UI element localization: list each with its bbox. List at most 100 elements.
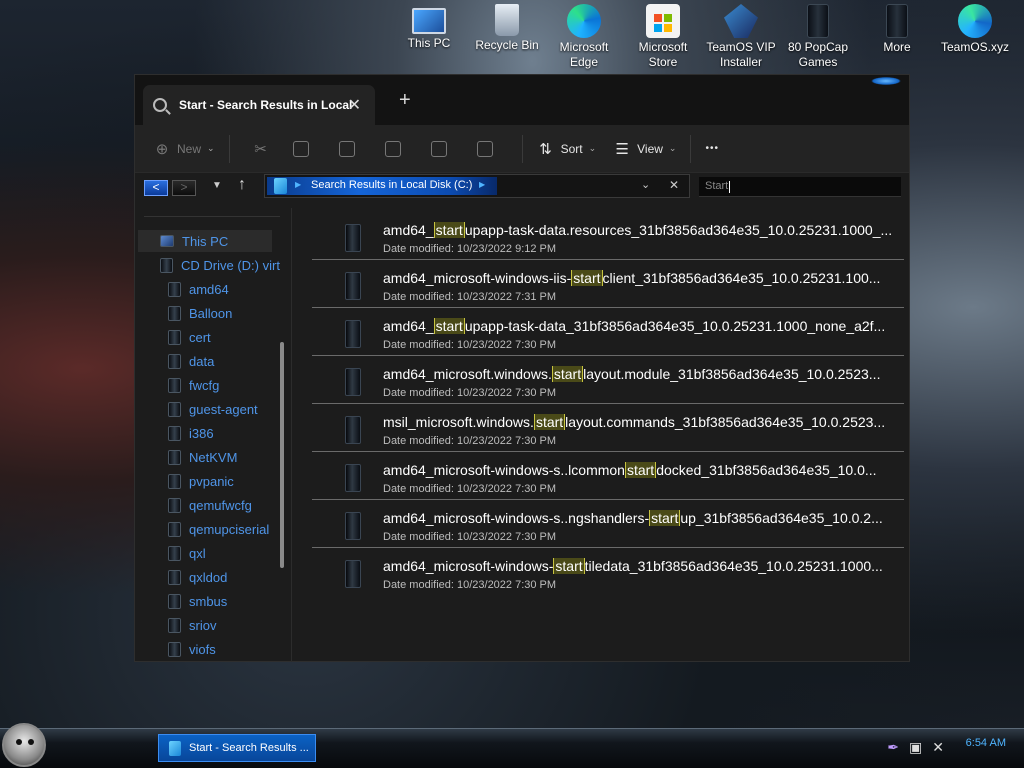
list-item[interactable]: amd64_microsoft-windows-start tiledata_31… — [312, 548, 904, 596]
taskbar-item-explorer[interactable]: Start - Search Results ... — [158, 734, 316, 762]
sidebar-item-qxldod[interactable]: qxldod — [168, 566, 227, 588]
address-bar[interactable]: ▶ Search Results in Local Disk (C:) ▶ ⌄ … — [264, 174, 690, 198]
sidebar-item-amd64[interactable]: amd64 — [168, 278, 229, 300]
file-name: amd64_microsoft-windows-s..ngshandlers-s… — [383, 510, 883, 526]
sidebar-item-netkvm[interactable]: NetKVM — [168, 446, 237, 468]
sidebar-item-qxl[interactable]: qxl — [168, 542, 206, 564]
popcap-icon — [807, 4, 829, 38]
desktop-icon-this-pc[interactable]: This PC — [390, 4, 468, 76]
desktop-icon-more[interactable]: More — [858, 4, 936, 76]
nav-divider — [144, 216, 280, 217]
breadcrumb-arrow-icon: ▶ — [295, 180, 302, 189]
list-item[interactable]: msil_microsoft.windows. start layout.comma… — [312, 404, 904, 452]
sidebar-item-label: data — [189, 353, 215, 369]
rename-icon[interactable] — [384, 140, 401, 157]
file-date: Date modified: 10/23/2022 7:31 PM — [383, 291, 557, 303]
desktop-icon-edge[interactable]: Microsoft Edge — [545, 4, 623, 76]
share-icon[interactable] — [430, 140, 447, 157]
desktop-icon-teamos-xyz[interactable]: TeamOS.xyz — [936, 4, 1014, 76]
teamos-xyz-icon — [958, 4, 992, 38]
up-arrow-icon[interactable]: ↑ — [238, 176, 246, 194]
this-pc-icon — [412, 8, 446, 34]
paste-icon[interactable] — [338, 140, 355, 157]
sidebar-item-smbus[interactable]: smbus — [168, 590, 227, 612]
sidebar-item-this-pc[interactable]: This PC — [138, 230, 272, 252]
desktop-icon-label: TeamOS.xyz — [940, 40, 1009, 54]
search-input[interactable]: Start — [699, 177, 901, 197]
delete-icon[interactable] — [476, 140, 493, 157]
sidebar-item-cert[interactable]: cert — [168, 326, 211, 348]
file-name: amd64_microsoft.windows. start layout.modu… — [383, 366, 881, 382]
new-tab-button[interactable]: + — [399, 89, 411, 112]
see-more-button[interactable]: ••• — [705, 133, 719, 165]
sidebar-item-data[interactable]: data — [168, 350, 214, 372]
file-icon — [345, 560, 361, 588]
list-item[interactable]: amd64_ start upapp-task-data.resources_31b… — [312, 212, 904, 260]
folder-icon — [168, 569, 181, 585]
tab-close-button[interactable]: ✕ — [348, 95, 361, 115]
sidebar-item-pvpanic[interactable]: pvpanic — [168, 470, 234, 492]
sort-button[interactable]: ⇅ Sort ⌄ — [537, 133, 597, 165]
chevron-down-icon: ⌄ — [668, 143, 677, 153]
search-match-highlight: start — [551, 366, 584, 382]
nav-scrollbar[interactable] — [280, 342, 284, 568]
sidebar-item-qemupciserial[interactable]: qemupciserial — [168, 518, 269, 540]
sidebar-item-label: qemufwcfg — [189, 497, 252, 513]
sidebar-item-qemufwcfg[interactable]: qemufwcfg — [168, 494, 252, 516]
pane-divider[interactable] — [291, 208, 292, 662]
address-dropdown-icon[interactable]: ⌄ — [641, 178, 650, 191]
sidebar-item-viofs[interactable]: viofs — [168, 638, 216, 660]
feather-icon[interactable]: ✒ — [887, 739, 899, 756]
sidebar-item-label: qxl — [189, 545, 206, 561]
cut-icon[interactable]: ✂ — [252, 140, 270, 158]
sidebar-item-balloon[interactable]: Balloon — [168, 302, 232, 324]
file-date: Date modified: 10/23/2022 7:30 PM — [383, 435, 557, 447]
clock[interactable]: 6:54 AM — [966, 737, 1006, 749]
folder-icon — [168, 329, 181, 345]
list-item[interactable]: amd64_microsoft.windows. start layout.modu… — [312, 356, 904, 404]
folder-icon — [168, 425, 181, 441]
chevron-down-icon: ⌄ — [588, 143, 597, 153]
sidebar-item-sriov[interactable]: sriov — [168, 614, 216, 636]
search-match-highlight: start — [433, 318, 465, 334]
network-icon[interactable]: ▣ — [909, 739, 922, 756]
desktop-icon-store[interactable]: Microsoft Store — [624, 4, 702, 76]
file-date: Date modified: 10/23/2022 7:30 PM — [383, 531, 557, 543]
back-button[interactable]: < — [144, 180, 168, 196]
file-icon — [345, 464, 361, 492]
folder-icon — [168, 281, 181, 297]
list-item[interactable]: amd64_microsoft-windows-iis-start client_… — [312, 260, 904, 308]
sidebar-item-cd-drive[interactable]: CD Drive (D:) virt — [160, 254, 280, 276]
list-item[interactable]: amd64_ start upapp-task-data_31bf3856ad364… — [312, 308, 904, 356]
copy-icon[interactable] — [292, 140, 309, 157]
edge-icon — [567, 4, 601, 38]
view-button[interactable]: ☰ View ⌄ — [613, 133, 676, 165]
chevron-down-icon: ⌄ — [207, 143, 215, 153]
list-item[interactable]: amd64_microsoft-windows-s..ngshandlers-s… — [312, 500, 904, 548]
start-button[interactable] — [2, 723, 46, 767]
list-item[interactable]: amd64_microsoft-windows-s..lcommon start d… — [312, 452, 904, 500]
tab-search-results[interactable]: Start - Search Results in Local ✕ — [143, 85, 375, 125]
volume-muted-icon[interactable]: ✕ — [932, 739, 944, 756]
desktop-icon-label: This PC — [407, 36, 451, 50]
sidebar-item-fwcfg[interactable]: fwcfg — [168, 374, 219, 396]
address-clear-icon[interactable]: ✕ — [669, 178, 679, 192]
recent-locations-chevron-icon[interactable]: ▼ — [212, 180, 222, 191]
desktop-icon-label: Recycle Bin — [475, 38, 539, 52]
desktop-icon-teamos-installer[interactable]: TeamOS VIP Installer — [702, 4, 780, 76]
sidebar-item-guest-agent[interactable]: guest-agent — [168, 398, 258, 420]
sidebar-item-i386[interactable]: i386 — [168, 422, 214, 444]
store-icon — [646, 4, 680, 38]
folder-icon — [168, 377, 181, 393]
toolbar-divider — [690, 134, 692, 163]
taskbar: Start - Search Results ... ✒ ▣ ✕ 6:54 AM — [0, 723, 1024, 768]
sidebar-item-label: amd64 — [189, 281, 229, 297]
sort-icon: ⇅ — [539, 140, 552, 158]
folder-icon — [168, 449, 181, 465]
desktop-icon-recycle-bin[interactable]: Recycle Bin — [468, 4, 546, 76]
new-button[interactable]: ⊕ New ⌄ — [153, 133, 215, 165]
breadcrumb-arrow-icon: ▶ — [479, 180, 486, 189]
forward-button[interactable]: > — [172, 180, 196, 196]
desktop-icon-label: Microsoft Store — [638, 40, 688, 69]
desktop-icon-popcap[interactable]: 80 PopCap Games — [779, 4, 857, 76]
